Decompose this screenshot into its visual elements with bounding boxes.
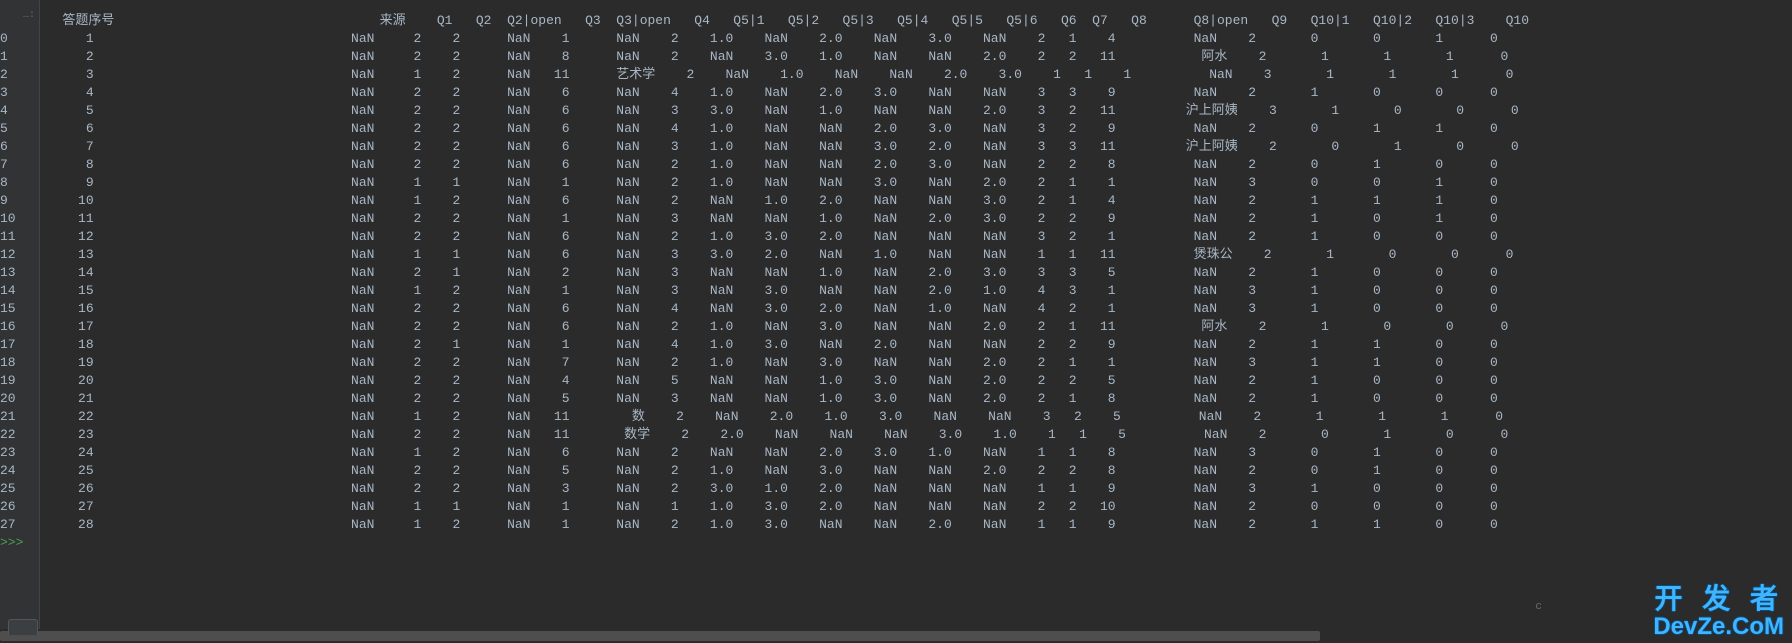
horizontal-scrollbar[interactable] [0, 629, 1545, 643]
table-row: 21 22 NaN 1 2 NaN 11 数 2 NaN 2.0 1.0 3.0… [0, 408, 1545, 426]
table-row: 11 12 NaN 2 2 NaN 6 NaN 2 1.0 3.0 2.0 Na… [0, 228, 1545, 246]
table-row: 8 9 NaN 1 1 NaN 1 NaN 2 1.0 NaN NaN 3.0 … [0, 174, 1545, 192]
console-output[interactable]: 答题序号 来源 Q1 Q2 Q2|open Q3 Q3|open Q4 Q5|1… [0, 0, 1545, 643]
corner-indicator: c [1535, 601, 1542, 613]
table-row: 17 18 NaN 2 1 NaN 1 NaN 4 1.0 3.0 NaN 2.… [0, 336, 1545, 354]
table-row: 24 25 NaN 2 2 NaN 5 NaN 2 1.0 NaN 3.0 Na… [0, 462, 1545, 480]
watermark: 开 发 者 DevZe.CoM [1653, 584, 1784, 639]
watermark-bottom: DevZe.CoM [1653, 614, 1784, 639]
table-header-row: 答题序号 来源 Q1 Q2 Q2|open Q3 Q3|open Q4 Q5|1… [0, 12, 1545, 30]
horizontal-scroll-thumb[interactable] [0, 631, 1320, 641]
table-row: 25 26 NaN 2 2 NaN 3 NaN 2 3.0 1.0 2.0 Na… [0, 480, 1545, 498]
table-row: 22 23 NaN 2 2 NaN 11 数学 2 2.0 NaN NaN Na… [0, 426, 1545, 444]
table-row: 10 11 NaN 2 2 NaN 1 NaN 3 NaN NaN 1.0 Na… [0, 210, 1545, 228]
table-row: 27 28 NaN 1 2 NaN 1 NaN 2 1.0 3.0 NaN Na… [0, 516, 1545, 534]
table-row: 14 15 NaN 1 2 NaN 1 NaN 3 NaN 3.0 NaN Na… [0, 282, 1545, 300]
table-row: 16 17 NaN 2 2 NaN 6 NaN 2 1.0 NaN 3.0 Na… [0, 318, 1545, 336]
table-row: 0 1 NaN 2 2 NaN 1 NaN 2 1.0 NaN 2.0 NaN … [0, 30, 1545, 48]
table-row: 5 6 NaN 2 2 NaN 6 NaN 4 1.0 NaN NaN 2.0 … [0, 120, 1545, 138]
table-row: 3 4 NaN 2 2 NaN 6 NaN 4 1.0 NaN 2.0 3.0 … [0, 84, 1545, 102]
table-row: 15 16 NaN 2 2 NaN 6 NaN 4 NaN 3.0 2.0 Na… [0, 300, 1545, 318]
prompt-line[interactable]: >>> [0, 534, 1545, 552]
table-row: 20 21 NaN 2 2 NaN 5 NaN 3 NaN NaN 1.0 3.… [0, 390, 1545, 408]
tab-stub[interactable] [8, 619, 38, 635]
table-row: 1 2 NaN 2 2 NaN 8 NaN 2 NaN 3.0 1.0 NaN … [0, 48, 1545, 66]
table-row: 9 10 NaN 1 2 NaN 6 NaN 2 NaN 1.0 2.0 NaN… [0, 192, 1545, 210]
right-overflow-column [1545, 0, 1792, 643]
table-row: 6 7 NaN 2 2 NaN 6 NaN 3 1.0 NaN NaN 3.0 … [0, 138, 1545, 156]
table-row: 19 20 NaN 2 2 NaN 4 NaN 5 NaN NaN 1.0 3.… [0, 372, 1545, 390]
table-row: 13 14 NaN 2 1 NaN 2 NaN 3 NaN NaN 1.0 Na… [0, 264, 1545, 282]
watermark-top: 开 发 者 [1653, 584, 1784, 613]
table-row: 7 8 NaN 2 2 NaN 6 NaN 2 1.0 NaN NaN 2.0 … [0, 156, 1545, 174]
table-row: 18 19 NaN 2 2 NaN 7 NaN 2 1.0 NaN 3.0 Na… [0, 354, 1545, 372]
table-row: 23 24 NaN 1 2 NaN 6 NaN 2 NaN NaN 2.0 3.… [0, 444, 1545, 462]
table-row: 26 27 NaN 1 1 NaN 1 NaN 1 1.0 3.0 2.0 Na… [0, 498, 1545, 516]
table-row: 2 3 NaN 1 2 NaN 11 艺术学 2 NaN 1.0 NaN NaN… [0, 66, 1545, 84]
table-row: 12 13 NaN 1 1 NaN 6 NaN 3 3.0 2.0 NaN 1.… [0, 246, 1545, 264]
table-row: 4 5 NaN 2 2 NaN 6 NaN 3 3.0 NaN 1.0 NaN … [0, 102, 1545, 120]
